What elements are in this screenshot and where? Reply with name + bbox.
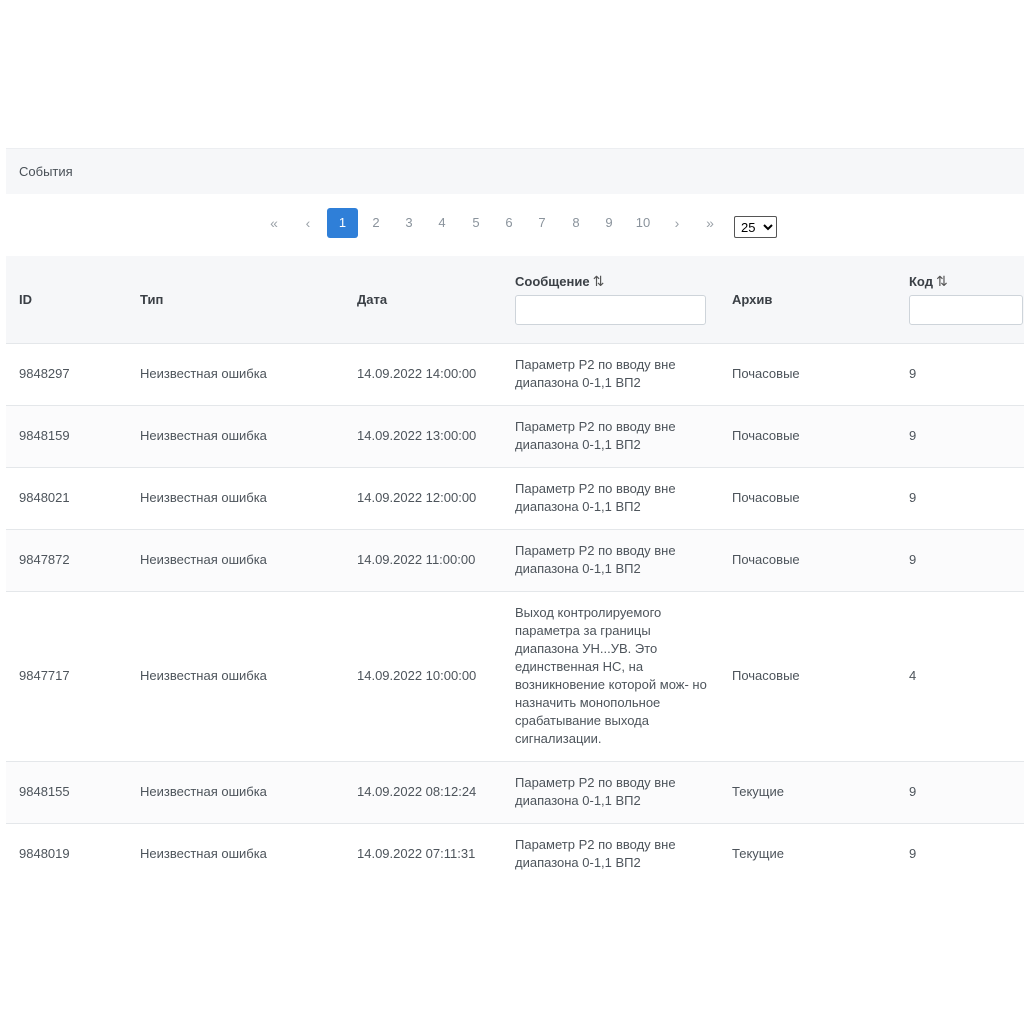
cell-archive: Почасовые — [732, 366, 800, 381]
table-row[interactable]: 9848021 Неизвестная ошибка 14.09.2022 12… — [6, 467, 1024, 529]
sort-icon[interactable]: ⇅ — [593, 273, 605, 289]
cell-date: 14.09.2022 08:12:24 — [357, 784, 477, 799]
cell-id: 9848159 — [19, 428, 70, 443]
cell-date: 14.09.2022 10:00:00 — [357, 668, 477, 683]
page-button-9[interactable]: 9 — [599, 208, 619, 238]
table-row[interactable]: 9848019 Неизвестная ошибка 14.09.2022 07… — [6, 823, 1024, 885]
table-header-row: ID Тип Дата Сообщение ⇅ Архив Код ⇅ — [6, 256, 1024, 343]
code-filter-input[interactable] — [909, 295, 1023, 326]
cell-code: 9 — [909, 846, 917, 862]
cell-archive: Почасовые — [732, 552, 800, 567]
pagination: « ‹ 1 2 3 4 5 6 7 8 9 10 › » — [6, 194, 1024, 256]
cell-code: 9 — [909, 490, 917, 505]
table-row[interactable]: 9848297 Неизвестная ошибка 14.09.2022 14… — [6, 343, 1024, 405]
cell-type: Неизвестная ошибка — [140, 366, 267, 381]
panel-title: События — [6, 148, 1024, 194]
cell-message: Выход контролируемого параметра за грани… — [515, 605, 707, 746]
events-panel: События « ‹ 1 2 3 4 5 6 7 8 9 10 › » 25 … — [6, 148, 1024, 885]
cell-message: Параметр P2 по вводу вне диапазона 0-1,1… — [515, 357, 676, 390]
cell-archive: Текущие — [732, 784, 784, 799]
table-row[interactable]: 9848155 Неизвестная ошибка 14.09.2022 08… — [6, 761, 1024, 823]
table-row[interactable]: 9847872 Неизвестная ошибка 14.09.2022 11… — [6, 529, 1024, 591]
column-label-code[interactable]: Код — [909, 274, 933, 289]
cell-archive: Почасовые — [732, 428, 800, 443]
cell-message: Параметр P2 по вводу вне диапазона 0-1,1… — [515, 837, 676, 871]
cell-id: 9848021 — [19, 490, 70, 505]
page-size-select[interactable]: 25 — [734, 216, 777, 238]
cell-type: Неизвестная ошибка — [140, 846, 267, 862]
column-header-date: Дата — [344, 256, 502, 343]
column-label-date: Дата — [357, 291, 388, 307]
page-button-2[interactable]: 2 — [366, 208, 386, 238]
column-header-code: Код ⇅ — [896, 256, 1024, 343]
cell-archive: Текущие — [732, 846, 784, 862]
page-button-8[interactable]: 8 — [566, 208, 586, 238]
first-page-icon[interactable]: « — [264, 208, 284, 238]
column-label-id: ID — [19, 291, 32, 307]
next-page-icon[interactable]: › — [667, 208, 687, 238]
cell-type: Неизвестная ошибка — [140, 668, 267, 683]
cell-code: 9 — [909, 366, 917, 381]
last-page-icon[interactable]: » — [700, 208, 720, 238]
cell-type: Неизвестная ошибка — [140, 490, 267, 505]
cell-type: Неизвестная ошибка — [140, 552, 267, 567]
cell-archive: Почасовые — [732, 490, 800, 505]
table-row[interactable]: 9847717 Неизвестная ошибка 14.09.2022 10… — [6, 591, 1024, 761]
cell-id: 9848155 — [19, 784, 70, 799]
cell-id: 9847717 — [19, 668, 70, 683]
column-header-message: Сообщение ⇅ — [502, 256, 719, 343]
cell-id: 9848297 — [19, 366, 70, 381]
cell-date: 14.09.2022 13:00:00 — [357, 428, 477, 443]
page-button-5[interactable]: 5 — [466, 208, 486, 238]
page-button-7[interactable]: 7 — [532, 208, 552, 238]
page-button-6[interactable]: 6 — [499, 208, 519, 238]
column-header-type: Тип — [127, 256, 344, 343]
sort-icon[interactable]: ⇅ — [936, 273, 948, 289]
cell-code: 9 — [909, 784, 917, 799]
message-filter-input[interactable] — [515, 295, 706, 326]
cell-date: 14.09.2022 11:00:00 — [357, 552, 476, 567]
cell-code: 4 — [909, 668, 917, 683]
cell-type: Неизвестная ошибка — [140, 784, 267, 799]
prev-page-icon[interactable]: ‹ — [298, 208, 318, 238]
column-header-archive: Архив — [719, 256, 896, 343]
column-label-archive: Архив — [732, 291, 773, 307]
cell-archive: Почасовые — [732, 668, 800, 683]
column-label-type: Тип — [140, 291, 164, 307]
cell-code: 9 — [909, 552, 917, 567]
page-button-4[interactable]: 4 — [432, 208, 452, 238]
cell-id: 9847872 — [19, 552, 70, 567]
column-label-message[interactable]: Сообщение — [515, 274, 590, 289]
cell-message: Параметр P2 по вводу вне диапазона 0-1,1… — [515, 481, 676, 514]
cell-type: Неизвестная ошибка — [140, 428, 267, 443]
page-button-10[interactable]: 10 — [630, 208, 656, 238]
cell-date: 14.09.2022 12:00:00 — [357, 490, 477, 505]
column-header-id: ID — [6, 256, 127, 343]
cell-message: Параметр P2 по вводу вне диапазона 0-1,1… — [515, 775, 676, 808]
cell-id: 9848019 — [19, 846, 70, 862]
events-table: ID Тип Дата Сообщение ⇅ Архив Код ⇅ 984829… — [6, 256, 1024, 885]
cell-message: Параметр P2 по вводу вне диапазона 0-1,1… — [515, 543, 676, 576]
cell-code: 9 — [909, 428, 917, 443]
cell-date: 14.09.2022 14:00:00 — [357, 366, 477, 381]
page-button-1[interactable]: 1 — [327, 208, 358, 238]
cell-message: Параметр P2 по вводу вне диапазона 0-1,1… — [515, 419, 676, 452]
page-button-3[interactable]: 3 — [399, 208, 419, 238]
cell-date: 14.09.2022 07:11:31 — [357, 846, 476, 862]
table-row[interactable]: 9848159 Неизвестная ошибка 14.09.2022 13… — [6, 405, 1024, 467]
